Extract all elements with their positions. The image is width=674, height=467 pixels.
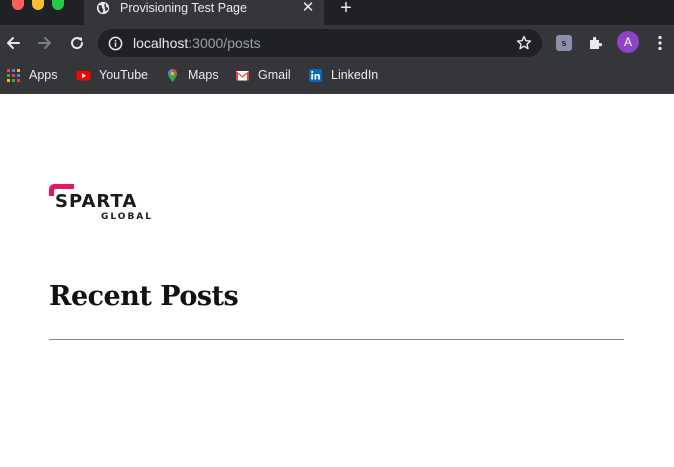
tab-strip: Provisioning Test Page ✕ + <box>0 0 674 25</box>
bookmark-label: Gmail <box>258 68 291 82</box>
bookmark-youtube[interactable]: YouTube <box>76 67 148 83</box>
bookmarks-bar: Apps YouTube Maps Gmail LinkedIn <box>0 61 674 94</box>
divider <box>49 339 624 340</box>
page-title: Recent Posts <box>49 281 239 312</box>
youtube-icon <box>76 70 91 80</box>
bookmark-maps[interactable]: Maps <box>165 67 219 83</box>
minimize-window-button[interactable] <box>32 0 44 10</box>
extension-icon[interactable]: s <box>556 35 572 51</box>
url-text[interactable]: localhost:3000/posts <box>133 35 261 51</box>
page-content: SPARTA GLOBAL Recent Posts <box>0 94 674 467</box>
url-host: localhost <box>133 35 189 51</box>
logo-main-text: SPARTA <box>55 191 137 212</box>
new-tab-button[interactable]: + <box>337 0 355 18</box>
tab-close-icon[interactable]: ✕ <box>301 0 315 16</box>
bookmark-label: LinkedIn <box>331 68 379 82</box>
bookmark-label: YouTube <box>99 68 149 82</box>
bookmark-label: Apps <box>29 68 58 82</box>
close-window-button[interactable] <box>12 0 24 10</box>
browser-toolbar: localhost:3000/posts s A <box>0 25 674 61</box>
reload-icon[interactable] <box>68 34 86 52</box>
maps-icon <box>168 68 177 82</box>
forward-arrow-icon[interactable] <box>36 34 54 52</box>
address-bar[interactable]: localhost:3000/posts <box>98 29 542 57</box>
sparta-global-logo: SPARTA GLOBAL <box>49 184 152 222</box>
browser-tab[interactable]: Provisioning Test Page ✕ <box>84 0 324 25</box>
tab-title: Provisioning Test Page <box>120 1 247 15</box>
gmail-icon <box>236 70 249 80</box>
globe-icon <box>96 1 110 15</box>
bookmark-gmail[interactable]: Gmail <box>235 67 291 83</box>
linkedin-icon <box>309 68 322 82</box>
apps-grid-icon <box>7 68 20 82</box>
url-path: :3000/posts <box>188 35 261 51</box>
logo-sub-text: GLOBAL <box>101 212 152 222</box>
bookmark-label: Maps <box>188 68 219 82</box>
back-arrow-icon[interactable] <box>4 34 22 52</box>
more-menu-icon[interactable] <box>656 35 664 51</box>
bookmark-linkedin[interactable]: LinkedIn <box>308 67 378 83</box>
bookmark-apps[interactable]: Apps <box>6 67 58 83</box>
zoom-window-button[interactable] <box>52 0 64 10</box>
bookmark-star-icon[interactable] <box>516 35 532 51</box>
site-info-icon[interactable] <box>108 36 123 51</box>
extensions-puzzle-icon[interactable] <box>588 35 604 51</box>
profile-avatar[interactable]: A <box>617 31 639 53</box>
